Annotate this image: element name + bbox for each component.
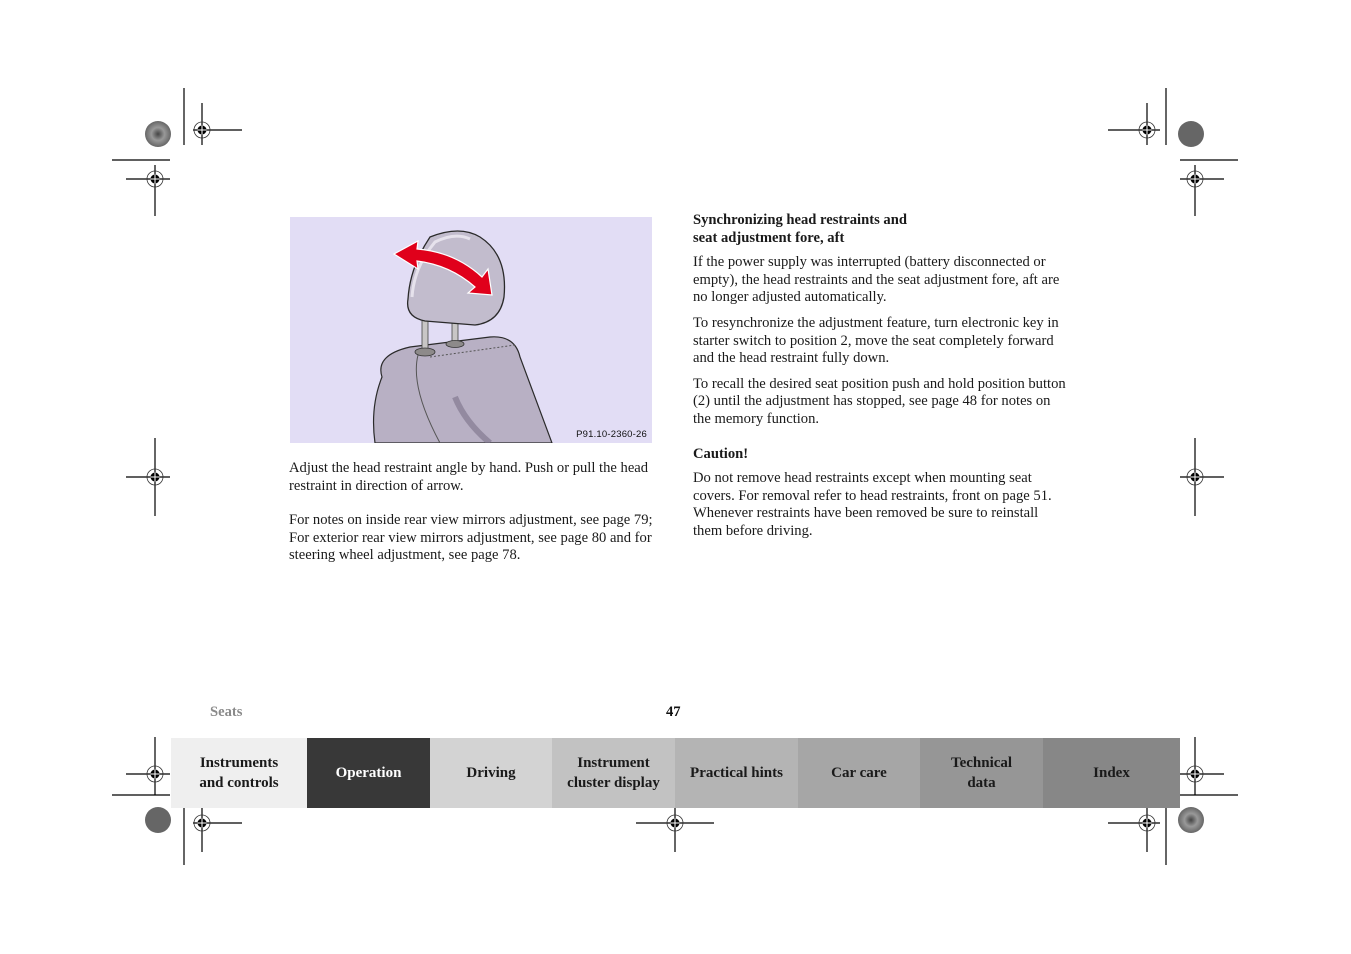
tab-instruments-and-controls[interactable]: Instruments and controls [171, 738, 307, 808]
tab-label-line-1: Technical [950, 755, 1013, 771]
tab-practical-hints[interactable]: Practical hints [675, 738, 798, 808]
heading-line-2: seat adjustment fore, aft [693, 229, 845, 246]
tab-label: Driving [466, 765, 516, 781]
adjust-angle-text: Adjust the head restraint angle by hand.… [289, 460, 649, 494]
tab-label: Car care [831, 765, 887, 781]
chapter-nav-tabs: Instruments and controls Operation Drivin… [171, 738, 1180, 808]
recall-position-text: To recall the desired seat position push… [693, 375, 1066, 427]
figure-code: P91.10-2360-26 [576, 429, 647, 440]
tab-instrument-cluster-display[interactable]: Instrument cluster display [552, 738, 675, 808]
tab-label-line-1: Instruments [199, 755, 279, 771]
registration-marks [112, 88, 1238, 865]
head-restraint-figure: P91.10-2360-26 [290, 217, 652, 443]
right-column: Synchronizing head restraints and seat a… [693, 212, 1068, 541]
section-label: Seats [210, 704, 243, 720]
section-heading: Synchronizing head restraints and seat a… [693, 212, 1068, 247]
tab-car-care[interactable]: Car care [798, 738, 920, 808]
tab-technical-data[interactable]: Technical data [920, 738, 1043, 808]
tab-label: Practical hints [690, 765, 783, 781]
tab-label-line-2: data [967, 775, 996, 791]
caution-text: Do not remove head restraints except whe… [693, 470, 1052, 539]
inside-mirror-reference: For notes on inside rear view mirrors ad… [289, 512, 653, 529]
tab-label: Index [1093, 765, 1130, 781]
exterior-mirror-reference: For exterior rear view mirrors adjustmen… [289, 529, 652, 564]
tab-operation[interactable]: Operation [307, 738, 430, 808]
tab-label: Operation [335, 765, 402, 781]
tab-index[interactable]: Index [1043, 738, 1180, 808]
page-number: 47 [666, 704, 681, 720]
heading-line-1: Synchronizing head restraints and [693, 212, 907, 228]
tab-driving[interactable]: Driving [430, 738, 552, 808]
tab-label-line-1: Instrument [577, 755, 650, 771]
tab-label-line-2: cluster display [567, 775, 660, 791]
tab-label-line-2: and controls [199, 775, 279, 791]
caution-heading: Caution! [693, 445, 749, 462]
head-restraint-illustration-icon [372, 230, 553, 443]
left-column: Adjust the head restraint angle by hand.… [289, 460, 659, 565]
resynchronize-text: To resynchronize the adjustment feature,… [693, 314, 1059, 367]
power-interruption-text: If the power supply was interrupted (bat… [693, 254, 1060, 306]
